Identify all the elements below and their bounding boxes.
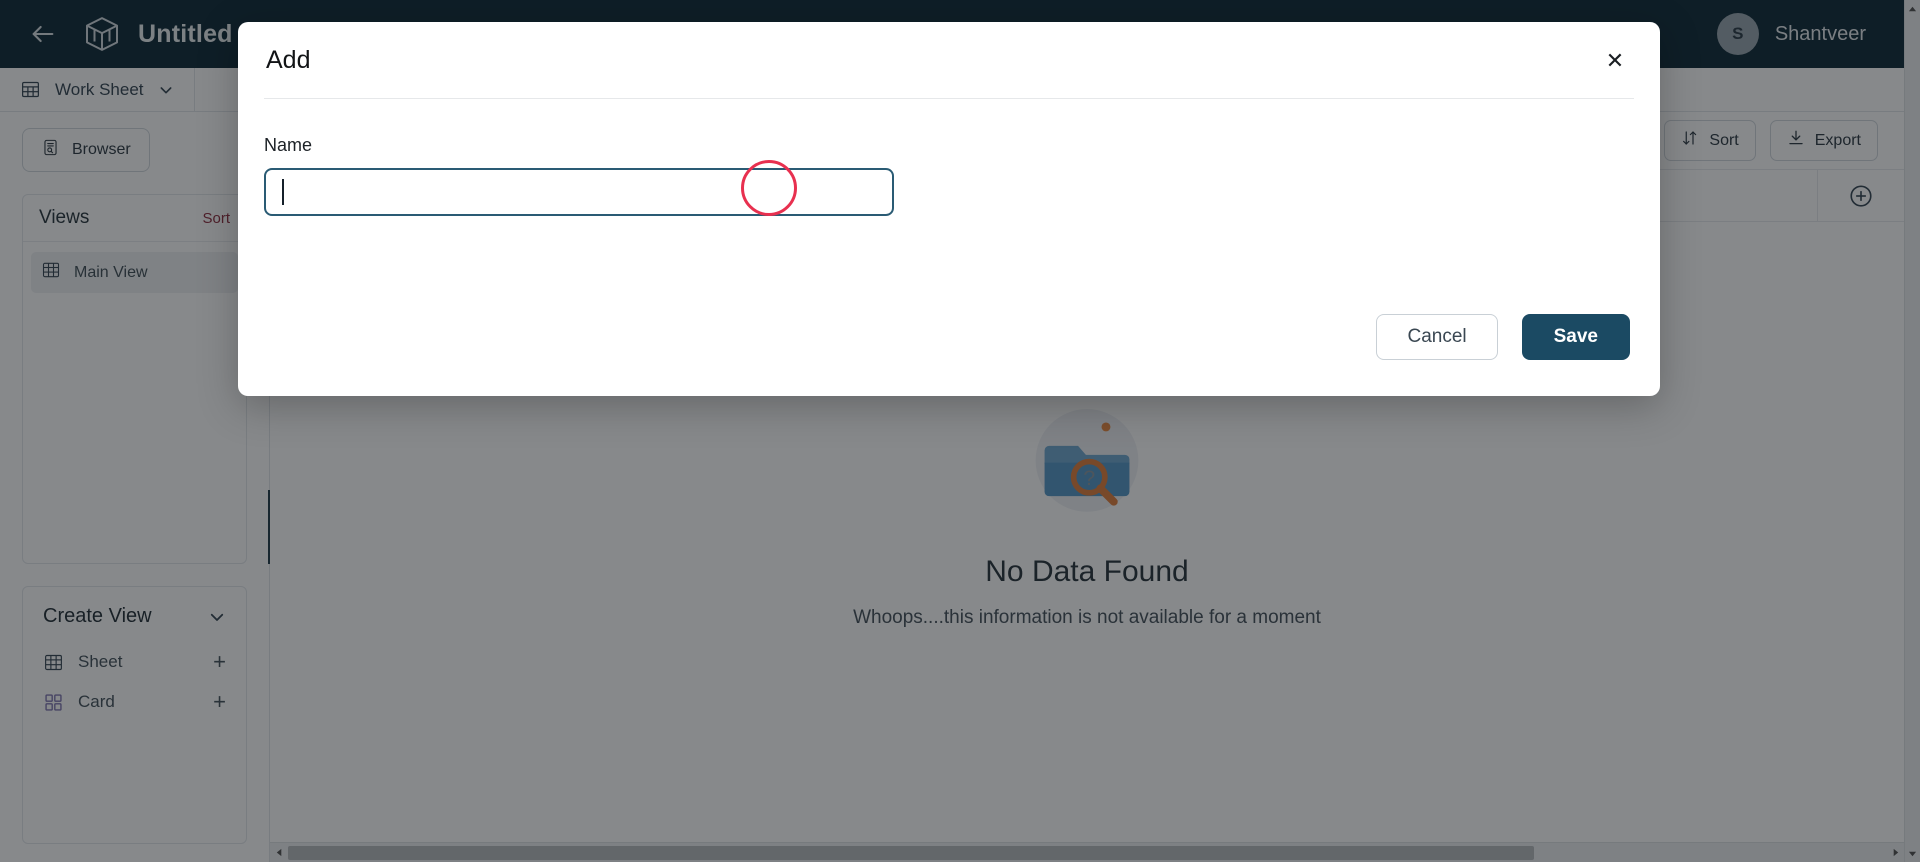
close-icon[interactable]: ✕ — [1600, 46, 1630, 76]
name-field-label: Name — [264, 135, 313, 155]
name-input[interactable] — [264, 168, 894, 216]
save-button[interactable]: Save — [1521, 314, 1630, 360]
name-input-wrapper — [264, 160, 894, 216]
text-caret — [282, 179, 284, 205]
dialog-title: Add — [266, 45, 311, 74]
dialog-body: Name — [238, 99, 1660, 216]
dialog-header: Add ✕ — [238, 22, 1660, 98]
app-root: Untitled Sche S Shantveer Work Sheet — [0, 0, 1920, 862]
dialog-actions: Cancel Save — [238, 314, 1660, 396]
add-dialog: Add ✕ Name Cancel Save — [238, 22, 1660, 396]
cancel-button[interactable]: Cancel — [1376, 314, 1498, 360]
